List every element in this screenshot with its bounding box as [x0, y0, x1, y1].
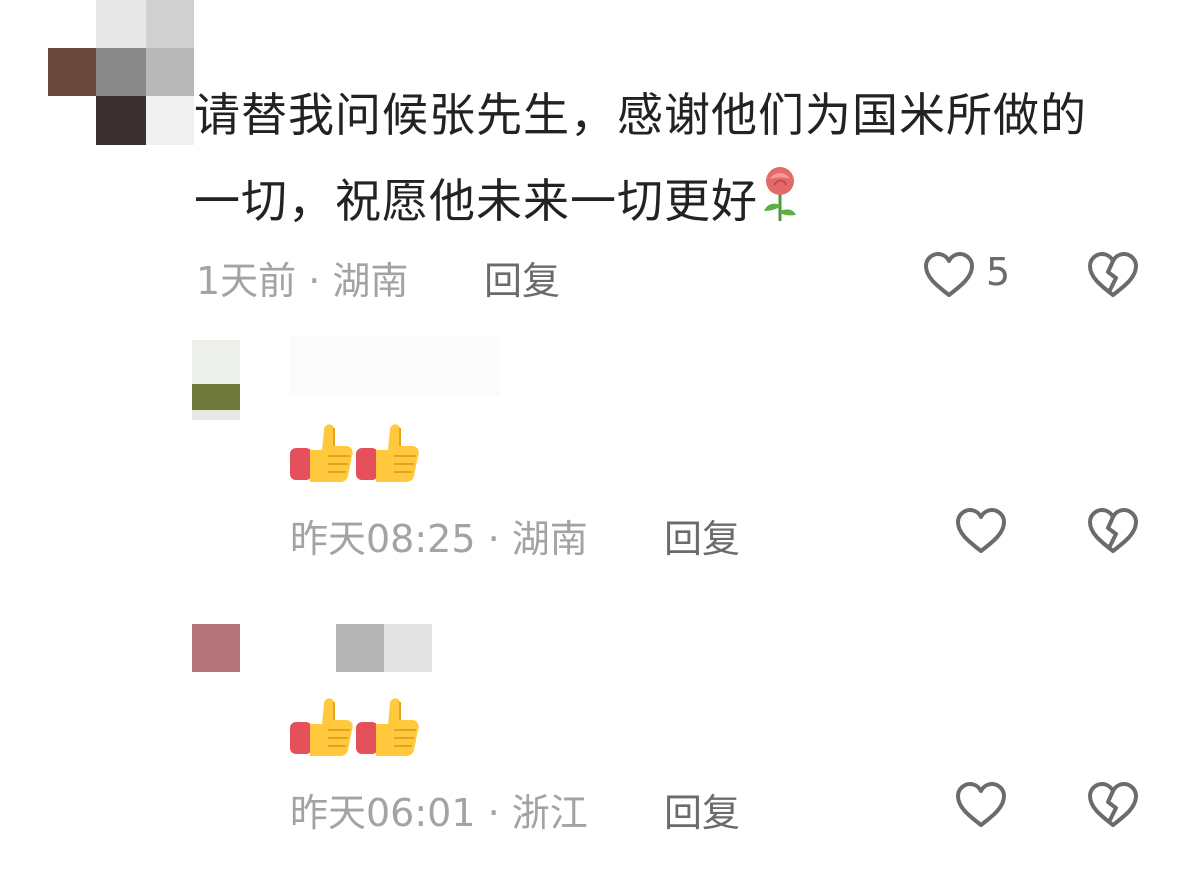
thumbs-up-emoji: [290, 424, 419, 482]
thumbs-up-emoji-pair: [288, 694, 420, 762]
avatar[interactable]: [48, 0, 194, 145]
comment-text-line-2-text: 一切，祝愿他未来一切更好: [194, 174, 758, 228]
rose-emoji: [764, 167, 796, 221]
broken-heart-icon: [1088, 782, 1138, 827]
reply-username[interactable]: [290, 336, 500, 396]
dislike-button[interactable]: [1086, 250, 1140, 300]
thumbs-up-emoji-pair: [288, 420, 420, 488]
reply-time-location: 昨天08:25 · 湖南: [290, 517, 588, 561]
reply-avatar[interactable]: [192, 340, 240, 420]
reply-button[interactable]: 回复: [664, 508, 740, 563]
broken-heart-icon: [1088, 508, 1138, 553]
like-button[interactable]: 5: [922, 250, 1012, 300]
reply-username[interactable]: [336, 624, 432, 672]
broken-heart-icon: [1088, 252, 1138, 297]
comment-text-line-1: 请替我问候张先生，感谢他们为国米所做的: [194, 88, 1087, 142]
reply-button[interactable]: 回复: [484, 250, 560, 305]
comment-time-location: 1天前 · 湖南: [196, 259, 409, 303]
dislike-button[interactable]: [1086, 780, 1140, 830]
like-button[interactable]: [954, 506, 1008, 556]
like-button[interactable]: [954, 780, 1008, 830]
like-count: 5: [986, 250, 1011, 294]
comment-text-line-2: 一切，祝愿他未来一切更好: [194, 158, 800, 244]
reply-avatar[interactable]: [192, 624, 240, 672]
heart-outline-icon: [924, 252, 974, 297]
reply-button[interactable]: 回复: [664, 782, 740, 837]
dislike-button[interactable]: [1086, 506, 1140, 556]
heart-outline-icon: [956, 508, 1006, 553]
heart-outline-icon: [956, 782, 1006, 827]
thumbs-up-emoji: [290, 698, 419, 756]
reply-time-location: 昨天06:01 · 浙江: [290, 791, 588, 835]
